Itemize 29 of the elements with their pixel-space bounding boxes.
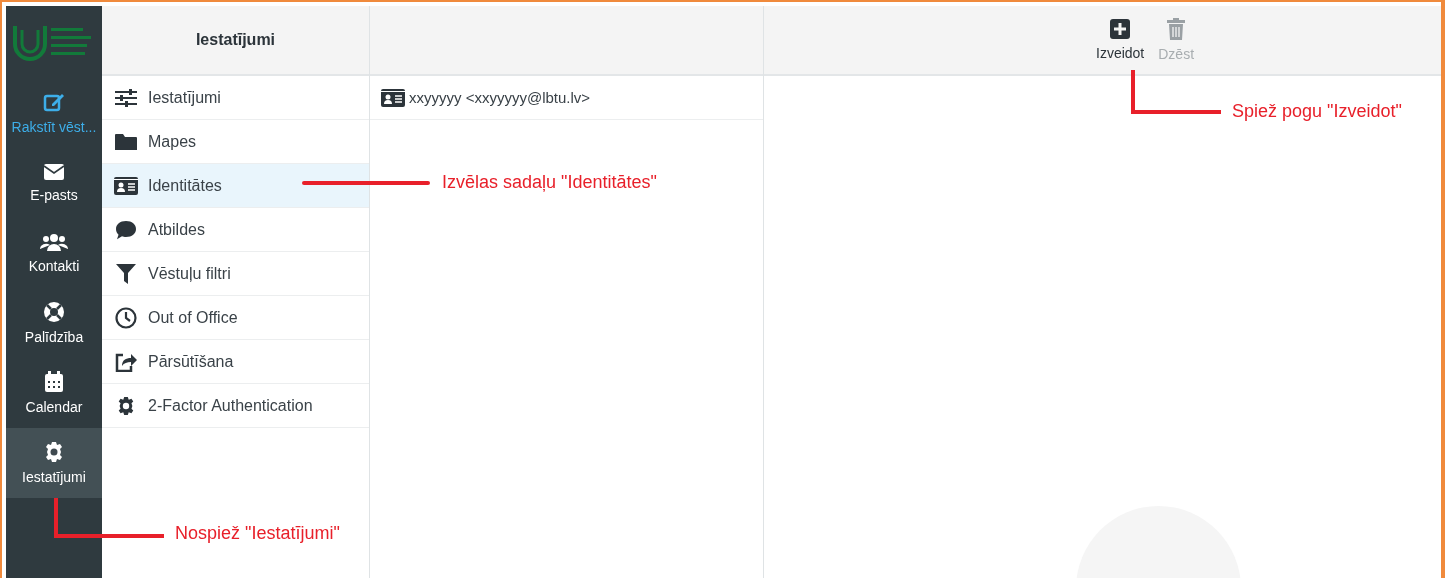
nav-item[interactable]: Calendar (6, 358, 102, 428)
gear-icon (116, 395, 136, 416)
annotation-text: Izvēlas sadaļu "Identitātes" (442, 172, 657, 193)
nav-item[interactable]: Rakstīt vēst... (6, 78, 102, 148)
folder-icon (115, 132, 137, 151)
pencil-square-icon (43, 91, 65, 113)
funnel-icon (116, 263, 136, 284)
annotation-text: Nospiež "Iestatījumi" (175, 523, 340, 544)
gear-icon (43, 441, 65, 463)
id-card-icon (381, 88, 405, 107)
id-card-icon (114, 176, 138, 195)
calendar-icon (44, 371, 64, 393)
plus-square-icon (1110, 19, 1131, 39)
clock-icon (115, 306, 137, 329)
settings-item[interactable]: Identitātes (102, 164, 369, 208)
share-arrow-icon (115, 351, 137, 372)
sliders-icon (115, 88, 137, 107)
nav-item[interactable]: Iestatījumi (6, 428, 102, 498)
trash-icon (1167, 18, 1186, 40)
nav-item[interactable]: Palīdzība (6, 288, 102, 358)
speech-bubble-icon (115, 219, 137, 240)
lifebuoy-icon (43, 301, 65, 323)
annotation-text: Spiež pogu "Izveidot" (1232, 101, 1402, 122)
envelope-icon (43, 163, 65, 181)
nav-item[interactable]: E-pasts (6, 148, 102, 218)
people-icon (40, 232, 68, 252)
nav-item[interactable]: Kontakti (6, 218, 102, 288)
create-button[interactable]: Izveidot (1096, 19, 1145, 61)
settings-title: Iestatījumi (195, 31, 276, 49)
